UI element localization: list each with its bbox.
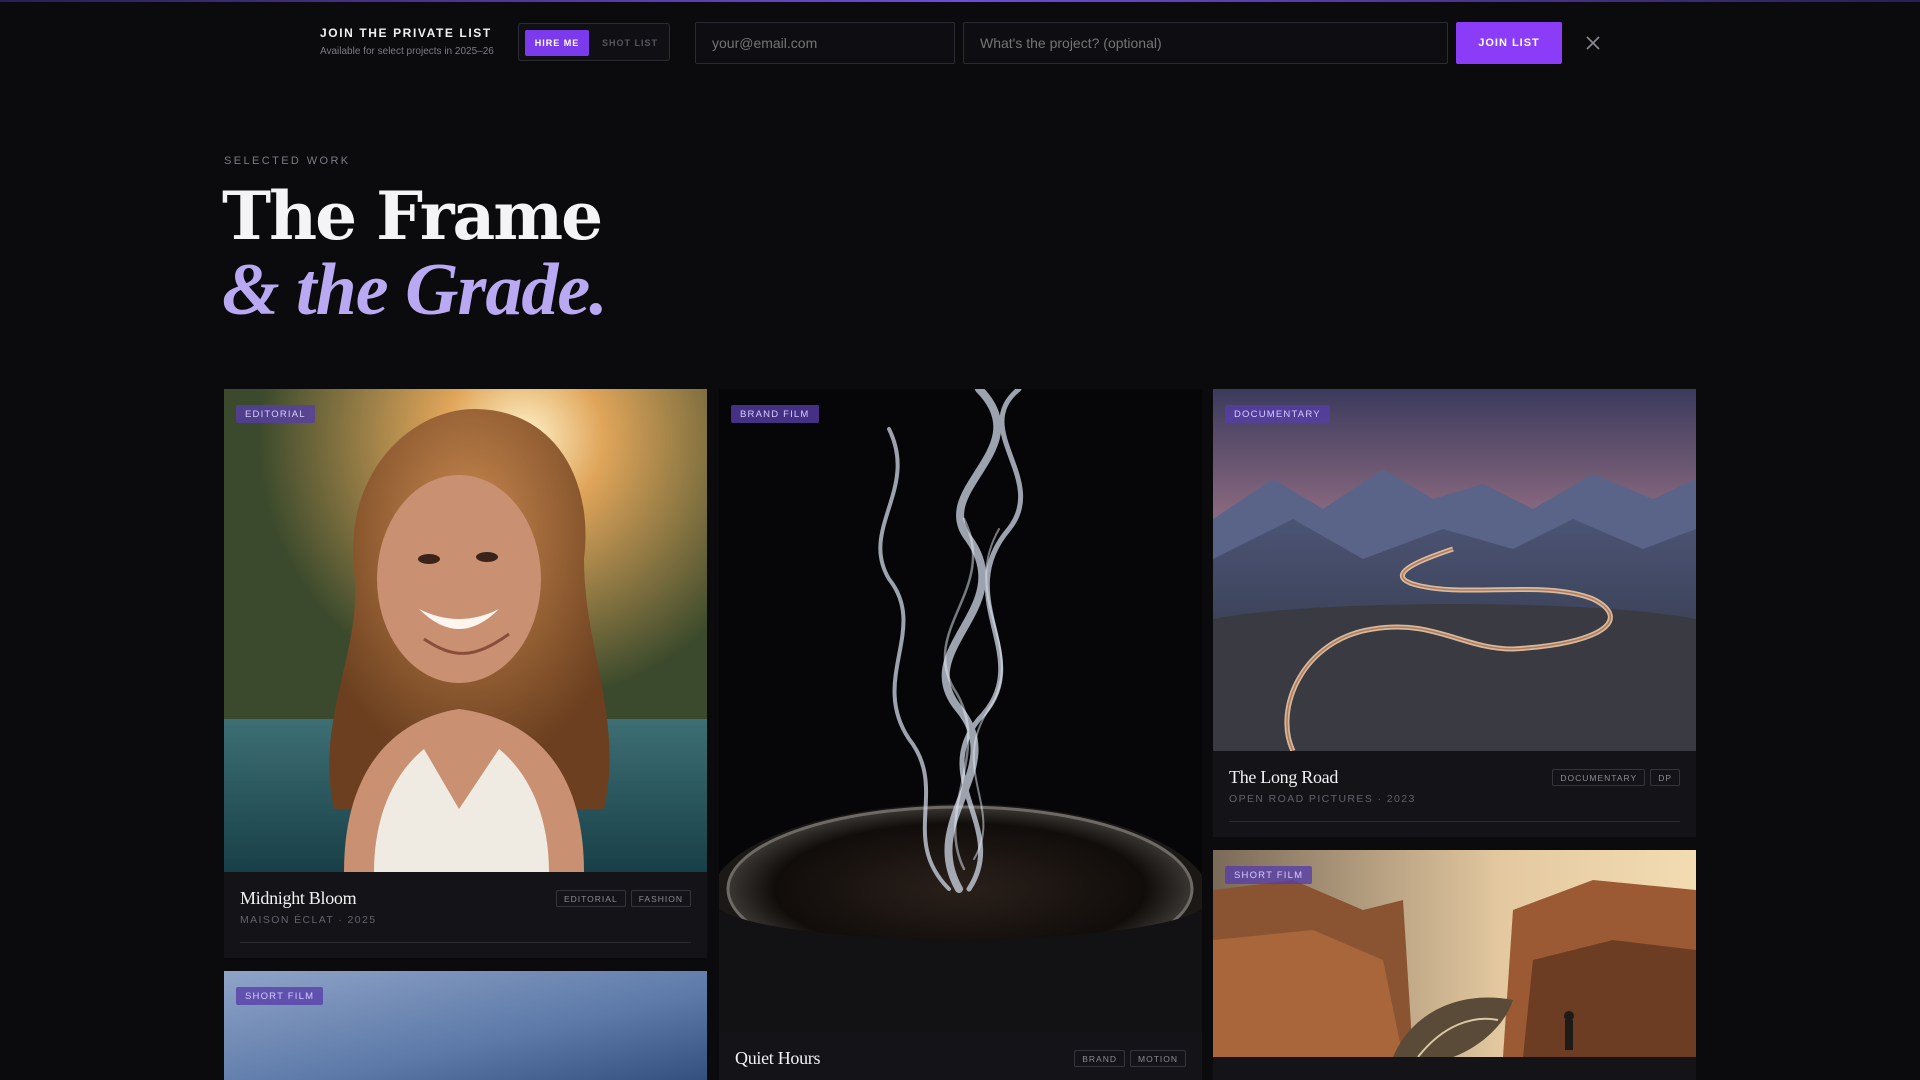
divider [240, 942, 691, 943]
tag-list: DOCUMENTARY DP [1552, 769, 1680, 786]
tag-list: EDITORIAL FASHION [555, 890, 691, 907]
email-input[interactable] [695, 22, 955, 64]
page-title: The Frame [222, 177, 603, 255]
tag[interactable]: EDITORIAL [555, 890, 626, 907]
canyon-image: SHORT FILM [1213, 850, 1696, 1057]
card-title[interactable]: Quiet Hours [735, 1048, 821, 1069]
category-badge: SHORT FILM [236, 987, 324, 1005]
card-info: Quiet Hours BRAND MOTION [719, 1032, 1202, 1080]
project-card-short-film-canyon[interactable]: SHORT FILM [1213, 850, 1696, 1080]
close-icon[interactable] [1584, 34, 1602, 52]
join-list-button[interactable]: JOIN LIST [1456, 22, 1562, 64]
coffee-steam-image: BRAND FILM [719, 389, 1202, 1032]
project-card-the-long-road[interactable]: DOCUMENTARY The Long Road OPEN ROAD PICT… [1213, 389, 1696, 837]
card-title[interactable]: The Long Road [1229, 767, 1338, 788]
tag[interactable]: BRAND [1074, 1050, 1125, 1067]
category-badge: SHORT FILM [1225, 866, 1313, 884]
project-card-short-film-sky[interactable]: SHORT FILM [224, 971, 707, 1080]
tag[interactable]: FASHION [630, 890, 691, 907]
project-card-quiet-hours[interactable]: BRAND FILM Quiet Hours BRAND MOTION [719, 389, 1202, 1080]
tag[interactable]: DP [1650, 769, 1680, 786]
mode-toggle: HIRE ME SHOT LIST [518, 23, 670, 61]
project-card-midnight-bloom[interactable]: EDITORIAL Midnight Bloom MAISON ÉCLAT · … [224, 389, 707, 958]
banner-title: JOIN THE PRIVATE LIST [320, 26, 492, 40]
tag-list: BRAND MOTION [1074, 1050, 1186, 1067]
portrait-image: EDITORIAL [224, 389, 707, 872]
banner-subtitle: Available for select projects in 2025–26 [320, 46, 494, 57]
category-badge: DOCUMENTARY [1225, 405, 1330, 423]
tag[interactable]: DOCUMENTARY [1552, 769, 1646, 786]
hire-me-toggle[interactable]: HIRE ME [525, 30, 589, 56]
category-badge: EDITORIAL [236, 405, 315, 423]
tag[interactable]: MOTION [1130, 1050, 1186, 1067]
shot-list-toggle[interactable]: SHOT LIST [595, 30, 665, 56]
card-info: The Long Road OPEN ROAD PICTURES · 2023 … [1213, 751, 1696, 837]
mountain-road-image: DOCUMENTARY [1213, 389, 1696, 751]
divider [1229, 821, 1680, 822]
category-badge: BRAND FILM [731, 405, 819, 423]
section-eyebrow: SELECTED WORK [224, 155, 351, 167]
card-info: Midnight Bloom MAISON ÉCLAT · 2025 EDITO… [224, 872, 707, 958]
project-input[interactable] [963, 22, 1448, 64]
card-meta: OPEN ROAD PICTURES · 2023 [1229, 793, 1416, 805]
card-meta: MAISON ÉCLAT · 2025 [240, 914, 377, 926]
sky-image: SHORT FILM [224, 971, 707, 1080]
private-list-banner: JOIN THE PRIVATE LIST Available for sele… [0, 2, 1920, 80]
page-title-italic: & the Grade. [222, 249, 608, 331]
card-title[interactable]: Midnight Bloom [240, 888, 357, 909]
